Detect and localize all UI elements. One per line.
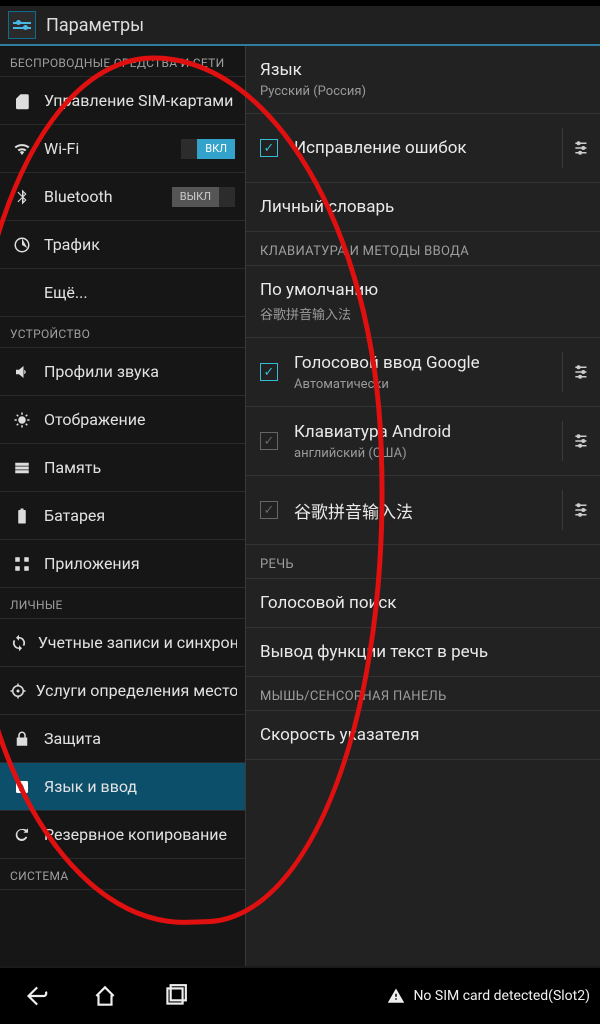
ime-checkbox[interactable]: ✓ — [260, 432, 278, 450]
ime-android-keyboard-row[interactable]: ✓ Клавиатура Android английский (США) — [246, 407, 600, 476]
personal-dictionary-row[interactable]: Личный словарь — [246, 183, 600, 232]
audio-icon — [8, 363, 36, 381]
spellcheck-label: Исправление ошибок — [294, 138, 467, 158]
sidebar-item-language[interactable]: A Язык и ввод — [0, 763, 245, 811]
ime-google-pinyin-row[interactable]: ✓ 谷歌拼音输入法 — [246, 476, 600, 545]
keyboard-section-header: КЛАВИАТУРА И МЕТОДЫ ВВОДА — [246, 232, 600, 266]
sidebar-item-wifi[interactable]: Wi-Fi ВКЛ — [0, 125, 245, 173]
ime-checkbox[interactable]: ✓ — [260, 363, 278, 381]
pointer-speed-label: Скорость указателя — [260, 725, 419, 745]
tts-label: Вывод функции текст в речь — [260, 642, 488, 662]
sidebar-item-label: Управление SIM-картами — [44, 91, 233, 110]
sync-icon — [8, 634, 30, 652]
ime-checkbox[interactable]: ✓ — [260, 501, 278, 519]
ime-settings-icon[interactable] — [562, 421, 592, 461]
sidebar-item-display[interactable]: Отображение — [0, 396, 245, 444]
sidebar-item-label: Ещё... — [44, 283, 88, 302]
no-sim-text: No SIM card detected(Slot2) — [413, 988, 590, 1004]
sidebar-item-storage[interactable]: Память — [0, 444, 245, 492]
section-header-system: СИСТЕМА — [0, 859, 245, 890]
sidebar-item-label: Резервное копирование — [44, 825, 227, 844]
sidebar-item-location[interactable]: Услуги определения местоположения — [0, 667, 245, 715]
wifi-icon — [8, 140, 36, 158]
sidebar-item-label: Профили звука — [44, 362, 159, 381]
sidebar-item-label: Отображение — [44, 410, 145, 429]
apps-icon — [8, 555, 36, 573]
sidebar-item-label: Услуги определения местоположения — [36, 681, 237, 700]
sidebar-item-audio[interactable]: Профили звука — [0, 348, 245, 396]
voice-search-row[interactable]: Голосовой поиск — [246, 579, 600, 628]
lock-icon — [8, 730, 36, 748]
personal-dictionary-label: Личный словарь — [260, 197, 394, 217]
section-header-device: УСТРОЙСТВО — [0, 317, 245, 348]
ime-settings-icon[interactable] — [562, 352, 592, 392]
sim-icon — [8, 92, 36, 110]
home-button[interactable] — [70, 983, 140, 1009]
sidebar-item-label: Приложения — [44, 554, 140, 573]
sidebar-item-label: Трафик — [44, 235, 100, 254]
section-header-wireless: БЕСПРОВОДНЫЕ СРЕДСТВА И СЕТИ — [0, 46, 245, 77]
tts-row[interactable]: Вывод функции текст в речь — [246, 628, 600, 677]
sidebar-item-label: Память — [44, 458, 101, 477]
backup-icon — [8, 826, 36, 844]
sidebar-item-data-usage[interactable]: Трафик — [0, 221, 245, 269]
bluetooth-toggle[interactable]: ВЫКЛ — [172, 187, 235, 207]
ime-label: Голосовой ввод Google — [294, 353, 480, 373]
sidebar-item-label: Батарея — [44, 506, 105, 525]
sidebar-item-apps[interactable]: Приложения — [0, 540, 245, 588]
bluetooth-icon — [8, 188, 36, 206]
default-ime-value: 谷歌拼音输入法 — [260, 304, 378, 323]
mouse-section-header: МЫШЬ/СЕНСОРНАЯ ПАНЕЛЬ — [246, 677, 600, 711]
sidebar-item-sim[interactable]: Управление SIM-картами — [0, 77, 245, 125]
language-icon: A — [8, 778, 36, 796]
ime-google-voice-row[interactable]: ✓ Голосовой ввод Google Автоматически — [246, 338, 600, 407]
settings-app-icon — [8, 11, 36, 39]
sidebar-item-accounts[interactable]: Учетные записи и синхронизация — [0, 619, 245, 667]
sidebar-item-backup[interactable]: Резервное копирование — [0, 811, 245, 859]
wifi-toggle[interactable]: ВКЛ — [181, 139, 235, 159]
sidebar-item-security[interactable]: Защита — [0, 715, 245, 763]
sidebar-item-label: Язык и ввод — [44, 777, 137, 796]
spellcheck-settings-icon[interactable] — [562, 128, 592, 168]
sidebar-item-battery[interactable]: Батарея — [0, 492, 245, 540]
storage-icon — [8, 459, 36, 477]
sidebar-item-label: Wi-Fi — [44, 139, 79, 158]
spellcheck-row[interactable]: ✓ Исправление ошибок — [246, 114, 600, 183]
ime-label: 谷歌拼音输入法 — [294, 498, 413, 523]
back-button[interactable] — [0, 983, 70, 1009]
battery-icon — [8, 507, 36, 525]
language-row[interactable]: Язык Русский (Россия) — [246, 46, 600, 114]
display-icon — [8, 411, 36, 429]
section-header-personal: ЛИЧНЫЕ — [0, 588, 245, 619]
spellcheck-checkbox[interactable]: ✓ — [260, 139, 278, 157]
sidebar-item-label: Учетные записи и синхронизация — [38, 633, 237, 652]
sidebar-item-label: Bluetooth — [44, 187, 113, 206]
ime-sub: Автоматически — [294, 377, 480, 392]
sidebar-item-more[interactable]: Ещё... — [0, 269, 245, 317]
speech-section-header: РЕЧЬ — [246, 545, 600, 579]
recent-button[interactable] — [140, 983, 210, 1009]
language-title: Язык — [260, 60, 366, 80]
pointer-speed-row[interactable]: Скорость указателя — [246, 711, 600, 760]
ime-label: Клавиатура Android — [294, 422, 451, 442]
sidebar-item-bluetooth[interactable]: Bluetooth ВЫКЛ — [0, 173, 245, 221]
default-ime-title: По умолчанию — [260, 280, 378, 300]
page-title: Параметры — [46, 15, 144, 36]
ime-sub: английский (США) — [294, 446, 451, 461]
sidebar-item-label: Защита — [44, 729, 101, 748]
data-icon — [8, 236, 36, 254]
no-sim-notification[interactable]: No SIM card detected(Slot2) — [387, 987, 590, 1005]
language-value: Русский (Россия) — [260, 84, 366, 99]
voice-search-label: Голосовой поиск — [260, 593, 396, 613]
svg-text:A: A — [19, 783, 26, 793]
location-icon — [8, 682, 28, 700]
default-ime-row[interactable]: По умолчанию 谷歌拼音输入法 — [246, 266, 600, 338]
ime-settings-icon[interactable] — [562, 490, 592, 530]
